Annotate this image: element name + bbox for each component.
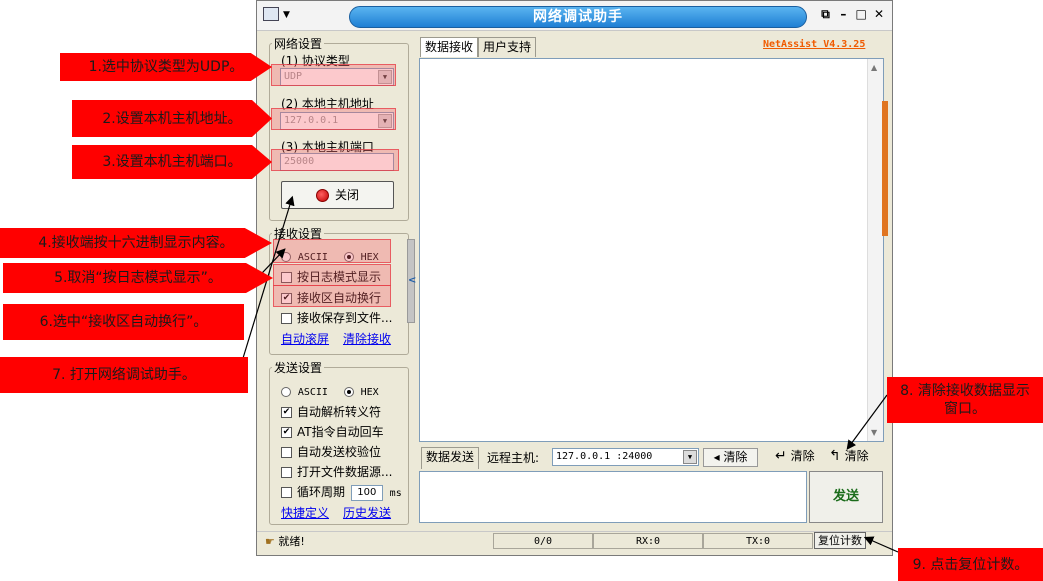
- send-toolbar: 数据发送 远程主机: 127.0.0.1 :24000 ▼ ◂ 清除 ↵ 清除 …: [419, 447, 884, 469]
- maximize-icon[interactable]: □: [854, 7, 868, 21]
- send-hex-label: HEX: [360, 387, 379, 398]
- send-settings-legend: 发送设置: [274, 361, 323, 375]
- file-source-option[interactable]: 打开文件数据源...: [281, 463, 392, 480]
- close-button-label: 关闭: [334, 188, 359, 202]
- history-link[interactable]: 历史发送: [343, 504, 391, 521]
- remote-host-value: 127.0.0.1 :24000: [556, 451, 653, 462]
- scroll-up-icon[interactable]: ▲: [871, 63, 877, 72]
- cycle-label: 循环周期: [297, 485, 346, 499]
- window-controls: ⧉ – □ ✕: [819, 7, 886, 25]
- send-ascii-radio[interactable]: [281, 386, 291, 397]
- clear-button-1-label: 清除: [723, 450, 748, 464]
- status-tx: TX:0: [703, 533, 813, 549]
- clear-button-3-label: 清除: [844, 449, 869, 463]
- callout-step-3: 3.设置本机主机端口。: [72, 145, 272, 179]
- reset-count-button[interactable]: 复位计数: [814, 532, 866, 549]
- chevron-down-icon: ▼: [283, 10, 290, 20]
- version-link[interactable]: NetAssist V4.3.25: [763, 39, 865, 50]
- callout-step-9: 9. 点击复位计数。: [898, 548, 1043, 581]
- window-title: 网络调试助手: [349, 6, 807, 28]
- save-file-option[interactable]: 接收保存到文件...: [281, 309, 392, 326]
- chevron-left-icon: <: [408, 275, 417, 286]
- file-source-checkbox[interactable]: [281, 467, 292, 478]
- side-accent-bar: [882, 101, 888, 236]
- network-settings-legend: 网络设置: [274, 37, 323, 51]
- send-hex-radio[interactable]: [343, 386, 354, 397]
- scroll-down-icon[interactable]: ▼: [871, 428, 877, 437]
- callout-step-5: 5.取消“按日志模式显示”。: [3, 263, 273, 293]
- close-connection-button[interactable]: 关闭: [281, 181, 394, 209]
- send-encoding: ASCII HEX: [281, 384, 379, 398]
- close-icon[interactable]: ✕: [872, 7, 886, 21]
- callout-step-8-line-1: 8. 清除接收数据显示: [900, 383, 1030, 399]
- checksum-label: 自动发送校验位: [297, 445, 382, 459]
- highlight-port: [271, 149, 399, 171]
- app-icon: [263, 7, 279, 21]
- highlight-host: [271, 108, 396, 130]
- status-count: 0/0: [493, 533, 593, 549]
- escape-checkbox[interactable]: ✔: [281, 407, 292, 418]
- send-button[interactable]: 发送: [809, 471, 883, 523]
- auto-scroll-link[interactable]: 自动滚屏: [281, 330, 329, 347]
- status-rx: RX:0: [593, 533, 703, 549]
- title-bar: ▼ 网络调试助手 ⧉ – □ ✕: [257, 1, 892, 31]
- receive-scrollbar[interactable]: ▲ ▼: [867, 59, 883, 441]
- file-source-label: 打开文件数据源...: [297, 465, 393, 479]
- callout-step-6: 6.选中“接收区自动换行”。: [3, 304, 244, 340]
- save-file-checkbox[interactable]: [281, 313, 292, 324]
- highlight-log-mode: [273, 264, 391, 286]
- save-file-label: 接收保存到文件...: [297, 311, 393, 325]
- at-cr-option[interactable]: ✔ AT指令自动回车: [281, 423, 384, 440]
- at-cr-label: AT指令自动回车: [297, 425, 384, 439]
- clear-button-1[interactable]: ◂ 清除: [703, 448, 758, 467]
- highlight-receive-hex: [273, 239, 391, 263]
- status-ready: ☛ 就绪!: [265, 533, 305, 549]
- system-menu[interactable]: ▼: [263, 7, 323, 25]
- cycle-checkbox[interactable]: [281, 487, 292, 498]
- pin-icon[interactable]: ⧉: [819, 7, 833, 22]
- undo-icon: ↰: [829, 448, 841, 464]
- callout-step-8-line-2: 窗口。: [944, 401, 986, 417]
- tab-user-support[interactable]: 用户支持: [478, 37, 537, 57]
- highlight-protocol: [271, 64, 396, 86]
- minimize-icon[interactable]: –: [836, 7, 850, 21]
- tab-data-send[interactable]: 数据发送: [421, 447, 480, 469]
- panel-collapse-handle[interactable]: <: [407, 239, 417, 323]
- arrow-left-icon: ◂: [713, 450, 720, 464]
- callout-step-1: 1.选中协议类型为UDP。: [60, 53, 272, 81]
- checksum-option[interactable]: 自动发送校验位: [281, 443, 381, 460]
- remote-host-label: 远程主机:: [487, 451, 540, 465]
- at-cr-checkbox[interactable]: ✔: [281, 427, 292, 438]
- status-ready-text: 就绪!: [278, 535, 305, 548]
- cycle-unit: ms: [389, 488, 402, 499]
- callout-step-2: 2.设置本机主机地址。: [72, 100, 272, 137]
- cycle-period-input[interactable]: 100: [350, 484, 383, 501]
- callout-step-4: 4.接收端按十六进制显示内容。: [0, 228, 272, 258]
- callout-step-8: 8. 清除接收数据显示 窗口。: [887, 377, 1043, 423]
- highlight-auto-wrap: [273, 285, 391, 307]
- checksum-checkbox[interactable]: [281, 447, 292, 458]
- cycle-option: 循环周期 100 ms: [281, 483, 402, 501]
- send-ascii-label: ASCII: [297, 387, 328, 398]
- clear-button-2-label: 清除: [790, 449, 815, 463]
- status-bar: ☛ 就绪! 0/0 RX:0 TX:0 复位计数: [257, 531, 892, 549]
- escape-label: 自动解析转义符: [297, 405, 382, 419]
- clear-receive-link[interactable]: 清除接收: [343, 330, 391, 347]
- receive-area[interactable]: ▲ ▼: [419, 58, 884, 442]
- hand-icon: ☛: [265, 535, 275, 548]
- escape-option[interactable]: ✔ 自动解析转义符: [281, 403, 381, 420]
- chevron-down-icon[interactable]: ▼: [683, 450, 697, 464]
- remote-host-select[interactable]: 127.0.0.1 :24000 ▼: [552, 448, 699, 466]
- clear-button-2[interactable]: ↵ 清除: [775, 448, 815, 467]
- tab-data-receive[interactable]: 数据接收: [420, 37, 479, 57]
- clear-receive-button[interactable]: ↰ 清除: [829, 448, 869, 467]
- return-icon: ↵: [775, 448, 787, 464]
- send-input-area[interactable]: [419, 471, 807, 523]
- shortcut-link[interactable]: 快捷定义: [281, 504, 329, 521]
- callout-step-7: 7. 打开网络调试助手。: [0, 357, 248, 393]
- stop-icon: [315, 189, 329, 202]
